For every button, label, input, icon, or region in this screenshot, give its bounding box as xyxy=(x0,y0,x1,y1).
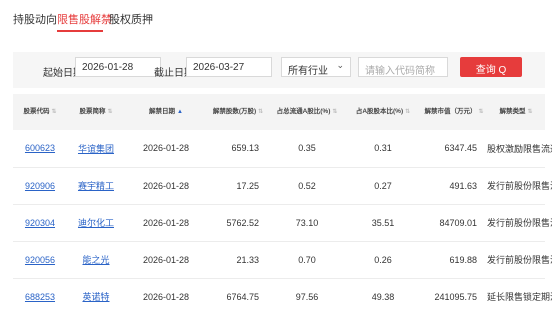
unlock-type: 发行前股份限售流通 xyxy=(487,204,552,242)
stock-name-link[interactable]: 英诺特 xyxy=(82,292,109,302)
table-row: 920906 赛宇精工 2026-01-28 17.25 0.52 0.27 4… xyxy=(13,167,552,205)
end-date-input[interactable]: 2026-03-27 xyxy=(186,57,272,77)
col-header-name[interactable]: 股票简称 ⇅ xyxy=(67,94,125,130)
unlock-date: 2026-01-28 xyxy=(125,204,207,242)
unlock-type: 发行前股份限售流通 xyxy=(487,241,552,279)
tab-holdings-trend[interactable]: 持股动向 xyxy=(13,11,57,27)
sort-icon: ⇅ xyxy=(405,109,411,115)
start-date-input[interactable]: 2026-01-28 xyxy=(75,57,161,77)
industry-select[interactable]: 所有行业 ⌄ xyxy=(281,57,351,77)
stock-code-link[interactable]: 688253 xyxy=(25,292,55,302)
col-header-float-pct[interactable]: 占总流通A股比(%) ⇅ xyxy=(269,94,345,130)
col-header-type[interactable]: 解禁类型 ⇅ xyxy=(487,94,545,130)
table-row: 600623 华谊集团 2026-01-28 659.13 0.35 0.31 … xyxy=(13,130,552,168)
table-row: 688253 英诺特 2026-01-28 6764.75 97.56 49.3… xyxy=(13,278,552,312)
tab-bar: 持股动向 限售股解禁 股权质押 xyxy=(0,0,552,36)
col-header-capital-pct[interactable]: 占A股股本比(%) ⇅ xyxy=(345,94,421,130)
table-header-row: 股票代码 ⇅ 股票简称 ⇅ 解禁日期 ▲ 解禁股数(万股) ⇅ 占总流通A股比(%) ⇅ … xyxy=(13,94,545,130)
unlock-date: 2026-01-28 xyxy=(125,241,207,279)
stock-name-link[interactable]: 华谊集团 xyxy=(78,144,114,154)
tab-restricted-unlock[interactable]: 限售股解禁 xyxy=(57,11,112,27)
stock-name-link[interactable]: 赛宇精工 xyxy=(78,181,114,191)
unlock-shares: 21.33 xyxy=(207,241,269,279)
unlock-shares: 5762.52 xyxy=(207,204,269,242)
capital-pct: 0.26 xyxy=(345,241,421,279)
industry-select-value: 所有行业 xyxy=(288,66,328,77)
col-header-shares[interactable]: 解禁股数(万股) ⇅ xyxy=(207,94,269,130)
sort-icon: ⇅ xyxy=(332,109,338,115)
capital-pct: 0.27 xyxy=(345,167,421,205)
sort-icon: ⇅ xyxy=(478,109,484,115)
stock-name-link[interactable]: 能之光 xyxy=(82,255,109,265)
col-header-code[interactable]: 股票代码 ⇅ xyxy=(13,94,67,130)
stock-code-link[interactable]: 600623 xyxy=(25,143,55,153)
unlock-value: 6347.45 xyxy=(421,130,487,168)
unlock-value: 491.63 xyxy=(421,167,487,205)
unlock-type: 股权激励限售流通 xyxy=(487,130,552,168)
search-placeholder: 请输入代码简称 xyxy=(365,66,435,77)
filter-bar: 起始日期： 2026-01-28 截止日期： 2026-03-27 所有行业 ⌄… xyxy=(13,52,545,88)
unlock-type: 发行前股份限售流通 xyxy=(487,167,552,205)
query-button[interactable]: 查询 Q xyxy=(460,57,522,77)
col-header-value[interactable]: 解禁市值（万元） ⇅ xyxy=(421,94,487,130)
unlock-date: 2026-01-28 xyxy=(125,130,207,168)
unlock-value: 84709.01 xyxy=(421,204,487,242)
stock-code-link[interactable]: 920056 xyxy=(25,255,55,265)
float-pct: 0.70 xyxy=(269,241,345,279)
float-pct: 73.10 xyxy=(269,204,345,242)
end-date-value: 2026-03-27 xyxy=(193,62,245,73)
float-pct: 0.35 xyxy=(269,130,345,168)
sort-icon: ⇅ xyxy=(107,109,113,115)
sort-icon: ⇅ xyxy=(527,109,533,115)
unlock-value: 619.88 xyxy=(421,241,487,279)
sort-icon: ⇅ xyxy=(258,109,264,115)
chevron-down-icon: ⌄ xyxy=(336,60,344,70)
capital-pct: 35.51 xyxy=(345,204,421,242)
unlock-type: 延长限售锁定期流通 xyxy=(487,278,552,312)
col-header-date[interactable]: 解禁日期 ▲ xyxy=(125,94,207,130)
tab-equity-pledge[interactable]: 股权质押 xyxy=(109,11,153,27)
search-input[interactable]: 请输入代码简称 xyxy=(358,57,448,77)
stock-code-link[interactable]: 920906 xyxy=(25,181,55,191)
active-tab-indicator xyxy=(57,30,103,32)
stock-name-link[interactable]: 迪尔化工 xyxy=(78,218,114,228)
unlock-shares: 6764.75 xyxy=(207,278,269,312)
start-date-value: 2026-01-28 xyxy=(82,62,134,73)
query-button-label: 查询 Q xyxy=(475,65,507,76)
capital-pct: 0.31 xyxy=(345,130,421,168)
unlock-shares: 17.25 xyxy=(207,167,269,205)
sort-asc-icon: ▲ xyxy=(177,109,183,115)
table-row: 920304 迪尔化工 2026-01-28 5762.52 73.10 35.… xyxy=(13,204,552,242)
float-pct: 0.52 xyxy=(269,167,345,205)
unlock-value: 241095.75 xyxy=(421,278,487,312)
unlock-table: 股票代码 ⇅ 股票简称 ⇅ 解禁日期 ▲ 解禁股数(万股) ⇅ 占总流通A股比(%) ⇅ … xyxy=(13,94,552,312)
table-row: 920056 能之光 2026-01-28 21.33 0.70 0.26 61… xyxy=(13,241,552,279)
float-pct: 97.56 xyxy=(269,278,345,312)
sort-icon: ⇅ xyxy=(51,109,57,115)
unlock-date: 2026-01-28 xyxy=(125,278,207,312)
stock-code-link[interactable]: 920304 xyxy=(25,218,55,228)
capital-pct: 49.38 xyxy=(345,278,421,312)
unlock-shares: 659.13 xyxy=(207,130,269,168)
unlock-date: 2026-01-28 xyxy=(125,167,207,205)
